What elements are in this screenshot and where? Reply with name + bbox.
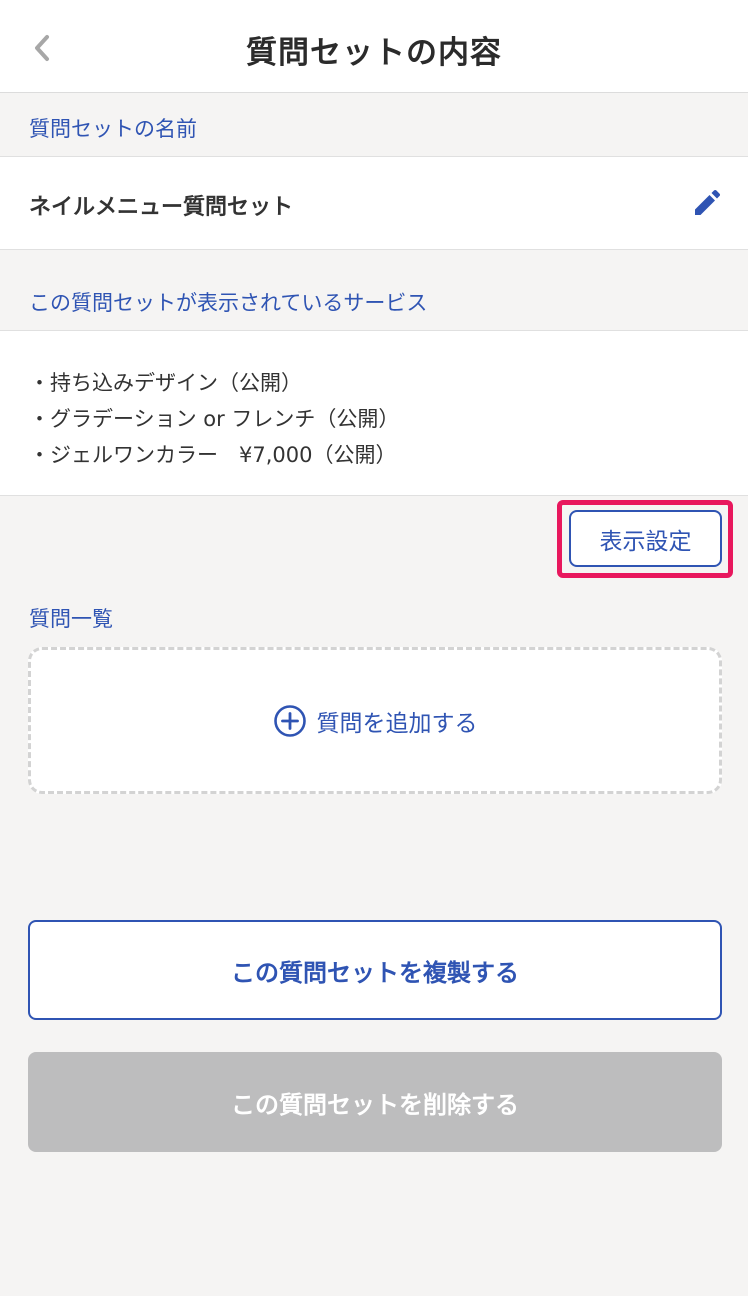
service-item: ・グラデーション or フレンチ（公開）: [29, 407, 400, 431]
edit-name-button[interactable]: [690, 186, 724, 220]
add-question-button[interactable]: 質問を追加する: [28, 647, 722, 794]
question-set-name-row: ネイルメニュー質問セット: [0, 156, 748, 250]
delete-set-button[interactable]: この質問セットを削除する: [28, 1052, 722, 1152]
questions-section-label: 質問一覧: [29, 607, 113, 631]
name-section-label: 質問セットの名前: [29, 117, 197, 141]
plus-circle-icon: [273, 704, 306, 737]
service-list: ・持ち込みデザイン（公開） ・グラデーション or フレンチ（公開） ・ジェルワ…: [29, 365, 399, 473]
service-item: ・持ち込みデザイン（公開）: [29, 371, 302, 395]
pencil-icon: [695, 189, 721, 215]
services-section-label: この質問セットが表示されているサービス: [29, 291, 428, 315]
page-title: 質問セットの内容: [246, 35, 502, 71]
question-set-name: ネイルメニュー質問セット: [29, 195, 294, 220]
service-item: ・ジェルワンカラー ¥7,000（公開）: [29, 443, 397, 467]
display-settings-button[interactable]: 表示設定: [569, 510, 722, 567]
app-header: 質問セットの内容: [0, 0, 748, 93]
add-question-label: 質問を追加する: [316, 710, 478, 737]
duplicate-set-button[interactable]: この質問セットを複製する: [28, 920, 722, 1020]
services-box: ・持ち込みデザイン（公開） ・グラデーション or フレンチ（公開） ・ジェルワ…: [0, 330, 748, 496]
